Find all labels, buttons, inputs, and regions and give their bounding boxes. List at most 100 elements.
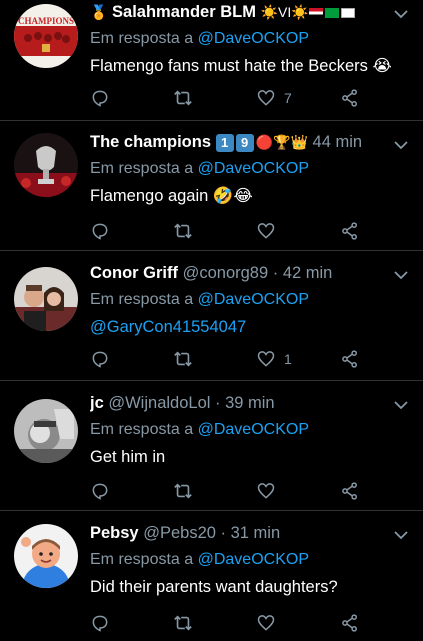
chevron-down-icon[interactable] bbox=[393, 529, 409, 541]
reply-mention-link[interactable]: @DaveOCKOP bbox=[198, 551, 309, 568]
share-icon bbox=[342, 614, 357, 632]
tweet[interactable]: The champions 1 9 🔴🏆👑 44 min Em resposta a… bbox=[0, 121, 423, 251]
author-handle[interactable]: @conorg89 bbox=[183, 264, 269, 282]
reply-icon bbox=[92, 351, 108, 368]
reply-button[interactable] bbox=[90, 86, 110, 110]
tweet-time[interactable]: · 39 min bbox=[215, 394, 275, 412]
heart-icon bbox=[257, 223, 275, 239]
medal-icon: 🏅 bbox=[90, 4, 108, 20]
avatar[interactable] bbox=[14, 133, 78, 197]
chevron-down-icon[interactable] bbox=[393, 8, 409, 20]
author-name[interactable]: Salahmander BLM bbox=[112, 3, 256, 21]
number-nine-badge: 9 bbox=[235, 134, 254, 152]
chevron-down-icon[interactable] bbox=[393, 139, 409, 151]
tweet-time[interactable]: 44 min bbox=[313, 133, 363, 151]
avatar[interactable]: CHAMPIONS bbox=[14, 4, 78, 68]
like-button[interactable] bbox=[256, 219, 284, 243]
avatar[interactable] bbox=[14, 267, 78, 331]
retweet-icon bbox=[174, 351, 192, 367]
author-name[interactable]: Pebsy bbox=[90, 524, 139, 542]
like-button[interactable]: 7 bbox=[256, 86, 292, 110]
tweet-time[interactable]: · 31 min bbox=[221, 524, 281, 542]
tweet-header: Conor Griff @conorg89 · 42 min bbox=[90, 261, 409, 285]
tweet-header: 🏅 Salahmander BLM ☀️VI☀️ bbox=[90, 0, 409, 24]
retweet-button[interactable] bbox=[172, 611, 194, 635]
crying-emoji-icon: 😭 bbox=[372, 57, 392, 75]
reply-prefix: Em resposta a bbox=[90, 291, 194, 308]
rofl-emoji-icon: 🤣😂 bbox=[212, 187, 253, 205]
reply-mention-link[interactable]: @DaveOCKOP bbox=[198, 421, 309, 438]
avatar-logo-text: CHAMPIONS bbox=[18, 16, 74, 26]
share-button[interactable] bbox=[340, 479, 360, 503]
retweet-button[interactable] bbox=[172, 219, 194, 243]
reply-button[interactable] bbox=[90, 347, 110, 371]
tweet-header: The champions 1 9 🔴🏆👑 44 min bbox=[90, 130, 409, 154]
reply-mention-link[interactable]: @DaveOCKOP bbox=[198, 291, 309, 308]
avatar[interactable] bbox=[14, 524, 78, 588]
reply-prefix: Em resposta a bbox=[90, 30, 194, 47]
retweet-button[interactable] bbox=[172, 86, 194, 110]
reply-icon bbox=[92, 615, 108, 632]
tweet-actions: 1 bbox=[90, 347, 380, 371]
author-handle[interactable]: @Pebs20 bbox=[143, 524, 216, 542]
tweet[interactable]: CHAMPIONS 🏅 Salahmander BLM ☀️VI☀️ Em re… bbox=[0, 0, 423, 121]
retweet-icon bbox=[174, 223, 192, 239]
tweet-time[interactable]: · 42 min bbox=[273, 264, 333, 282]
reply-prefix: Em resposta a bbox=[90, 421, 194, 438]
share-icon bbox=[342, 350, 357, 368]
share-button[interactable] bbox=[340, 347, 360, 371]
share-button[interactable] bbox=[340, 86, 360, 110]
reply-context: Em resposta a @DaveOCKOP bbox=[90, 288, 409, 312]
share-button[interactable] bbox=[340, 219, 360, 243]
retweet-button[interactable] bbox=[172, 479, 194, 503]
red-circle-icon: 🔴 bbox=[255, 134, 274, 150]
heart-icon bbox=[257, 615, 275, 631]
tweet[interactable]: Pebsy @Pebs20 · 31 min Em resposta a @Da… bbox=[0, 511, 423, 641]
tweet-text-body: Did their parents want daughters? bbox=[90, 578, 338, 596]
share-icon bbox=[342, 89, 357, 107]
avatar[interactable] bbox=[14, 399, 78, 463]
tweet-actions bbox=[90, 479, 380, 503]
like-button[interactable]: 1 bbox=[256, 347, 292, 371]
like-button[interactable] bbox=[256, 479, 284, 503]
heart-icon bbox=[257, 351, 275, 367]
tweet-header: jc @WijnaldoLol · 39 min bbox=[90, 391, 409, 415]
tweet-mention-link[interactable]: @GaryCon41554047 bbox=[90, 318, 246, 336]
heart-icon bbox=[257, 90, 275, 106]
tweet[interactable]: Conor Griff @conorg89 · 42 min Em respos… bbox=[0, 251, 423, 381]
tweet-text-body: Get him in bbox=[90, 448, 166, 466]
share-button[interactable] bbox=[340, 611, 360, 635]
reply-button[interactable] bbox=[90, 611, 110, 635]
tweet-text: Did their parents want daughters? bbox=[90, 575, 409, 599]
share-icon bbox=[342, 482, 357, 500]
tweet-text-body: Flamengo fans must hate the Beckers bbox=[90, 57, 368, 75]
reply-mention-link[interactable]: @DaveOCKOP bbox=[198, 160, 309, 177]
tweet-header: Pebsy @Pebs20 · 31 min bbox=[90, 521, 409, 545]
author-name[interactable]: jc bbox=[90, 394, 104, 412]
tweet-actions bbox=[90, 219, 380, 243]
tweet-actions: 7 bbox=[90, 86, 380, 110]
author-name[interactable]: The champions bbox=[90, 133, 211, 151]
reply-mention-link[interactable]: @DaveOCKOP bbox=[198, 30, 309, 47]
retweet-button[interactable] bbox=[172, 347, 194, 371]
reply-context: Em resposta a @DaveOCKOP bbox=[90, 418, 409, 442]
author-name[interactable]: Conor Griff bbox=[90, 264, 178, 282]
tweet-text: Flamengo fans must hate the Beckers 😭 bbox=[90, 54, 409, 78]
trophy-icon: 🏆 bbox=[273, 134, 291, 150]
reply-button[interactable] bbox=[90, 479, 110, 503]
reply-context: Em resposta a @DaveOCKOP bbox=[90, 27, 409, 51]
like-button[interactable] bbox=[256, 611, 284, 635]
reply-context: Em resposta a @DaveOCKOP bbox=[90, 157, 409, 181]
heart-icon bbox=[257, 483, 275, 499]
author-handle[interactable]: @WijnaldoLol bbox=[108, 394, 210, 412]
tweet-text: Get him in bbox=[90, 445, 409, 469]
number-one-badge: 1 bbox=[215, 134, 234, 152]
retweet-icon bbox=[174, 615, 192, 631]
tweet[interactable]: jc @WijnaldoLol · 39 min Em resposta a @… bbox=[0, 381, 423, 511]
crown-icon: 👑 bbox=[290, 134, 308, 150]
reply-button[interactable] bbox=[90, 219, 110, 243]
chevron-down-icon[interactable] bbox=[393, 399, 409, 411]
name-emoji-badges: ☀️VI☀️ bbox=[261, 4, 355, 20]
reply-prefix: Em resposta a bbox=[90, 551, 194, 568]
chevron-down-icon[interactable] bbox=[393, 269, 409, 281]
